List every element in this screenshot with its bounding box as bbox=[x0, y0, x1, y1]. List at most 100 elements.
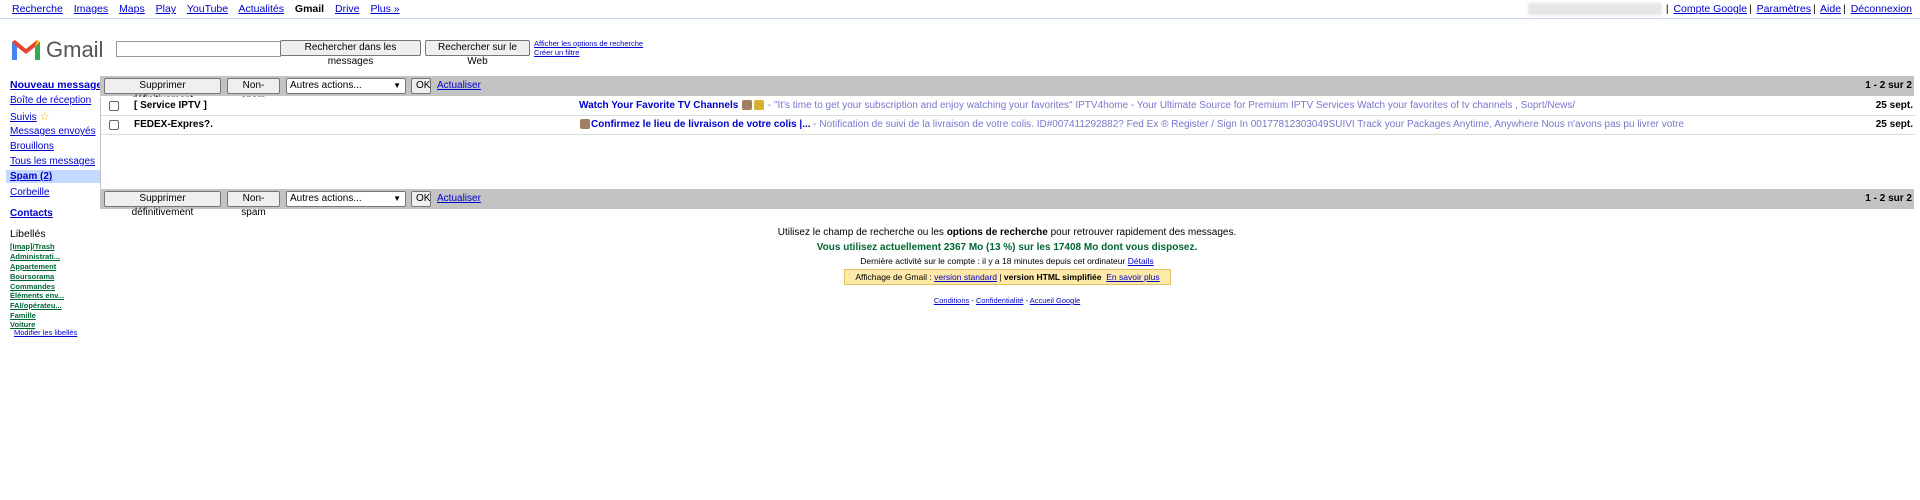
delete-forever-button[interactable]: Supprimer définitivement bbox=[104, 78, 221, 105]
label-boursorama[interactable]: Boursorama bbox=[10, 272, 54, 281]
ok-button[interactable]: OK bbox=[411, 78, 431, 94]
row-date: 25 sept. bbox=[1875, 100, 1913, 111]
sidebar-item-starred-label[interactable]: Suivis bbox=[10, 112, 37, 123]
ok-button[interactable]: OK bbox=[411, 191, 431, 207]
label-fai-operateu[interactable]: FAI/opérateu... bbox=[10, 301, 62, 310]
storage-usage: Vous utilisez actuellement 2367 Mo (13 %… bbox=[816, 242, 1198, 253]
gmail-view-box: Affichage de Gmail : version standard | … bbox=[844, 269, 1171, 285]
nav-recherche[interactable]: Recherche bbox=[12, 3, 63, 15]
nav-play[interactable]: Play bbox=[156, 3, 176, 15]
sidebar-item-trash[interactable]: Corbeille bbox=[10, 187, 49, 198]
sidebar-item-all-mail[interactable]: Tous les messages bbox=[10, 156, 95, 167]
labels-heading: Libellés bbox=[10, 228, 46, 240]
google-account-link[interactable]: Compte Google bbox=[1673, 3, 1747, 15]
nav-images[interactable]: Images bbox=[74, 3, 108, 15]
edit-labels-link[interactable]: Modifier les libellés bbox=[14, 328, 77, 337]
sidebar-item-sent[interactable]: Messages envoyés bbox=[10, 126, 96, 137]
sidebar-item-spam[interactable]: Spam (2) bbox=[10, 171, 52, 182]
action-bar-top: Supprimer définitivement Non-spam Autres… bbox=[100, 76, 1914, 105]
logout-link[interactable]: Déconnexion bbox=[1851, 3, 1912, 15]
row-checkbox[interactable] bbox=[109, 101, 119, 111]
search-mail-button[interactable]: Rechercher dans les messages bbox=[280, 40, 421, 67]
tv-emoji-icon bbox=[742, 100, 753, 111]
sidebar-item-inbox[interactable]: Boîte de réception bbox=[10, 95, 91, 106]
nav-youtube[interactable]: YouTube bbox=[187, 3, 228, 15]
label-elements-env[interactable]: Éléments env... bbox=[10, 291, 64, 300]
label-appartement[interactable]: Appartement bbox=[10, 262, 56, 271]
view-separator: | bbox=[996, 272, 1004, 282]
row-sender[interactable]: FEDEX-Expres?. bbox=[134, 119, 213, 130]
message-count: 1 - 2 sur 2 bbox=[1865, 80, 1912, 91]
row-subject-text[interactable]: Confirmez le lieu de livraison de votre … bbox=[591, 119, 811, 130]
nav-actualites[interactable]: Actualités bbox=[238, 3, 284, 15]
row-subject[interactable]: Watch Your Favorite TV Channels - "It's … bbox=[579, 100, 1920, 111]
more-actions-value: Autres actions... bbox=[290, 193, 362, 204]
account-links: | Compte Google | Paramètres | Aide | Décon… bbox=[1527, 3, 1912, 16]
settings-link[interactable]: Paramètres bbox=[1757, 3, 1811, 15]
last-activity: Dernière activité sur le compte : il y a… bbox=[100, 256, 1914, 266]
message-count: 1 - 2 sur 2 bbox=[1865, 193, 1912, 204]
row-subject-text[interactable]: Watch Your Favorite TV Channels bbox=[579, 100, 738, 111]
privacy-link[interactable]: Confidentialité bbox=[976, 296, 1024, 305]
create-filter-link[interactable]: Créer un filtre bbox=[534, 48, 643, 57]
last-activity-text: Dernière activité sur le compte : il y a… bbox=[860, 256, 1126, 266]
more-actions-select[interactable]: Autres actions... ▼ bbox=[286, 78, 406, 94]
tip-bold: options de recherche bbox=[946, 227, 1048, 238]
lightning-emoji-icon bbox=[754, 100, 765, 111]
details-link[interactable]: Détails bbox=[1128, 256, 1154, 266]
standard-version-link[interactable]: version standard bbox=[934, 272, 997, 282]
label-imap-trash[interactable]: [Imap]/Trash bbox=[10, 242, 55, 251]
more-actions-select[interactable]: Autres actions... ▼ bbox=[286, 191, 406, 207]
compose-link[interactable]: Nouveau message bbox=[10, 79, 102, 91]
row-subject[interactable]: Confirmez le lieu de livraison de votre … bbox=[579, 119, 1920, 130]
gmail-logo-text[interactable]: Gmail bbox=[46, 37, 103, 63]
terms-link[interactable]: Conditions bbox=[934, 296, 969, 305]
refresh-link[interactable]: Actualiser bbox=[437, 193, 481, 204]
nav-maps[interactable]: Maps bbox=[119, 3, 145, 15]
row-snippet[interactable]: - "It's time to get your subscription an… bbox=[765, 100, 1575, 111]
html-version-current: version HTML simplifiée bbox=[1003, 272, 1102, 282]
search-input[interactable] bbox=[116, 41, 281, 57]
contacts-link[interactable]: Contacts bbox=[10, 208, 53, 219]
refresh-link[interactable]: Actualiser bbox=[437, 80, 481, 91]
star-icon: ☆ bbox=[39, 111, 50, 123]
google-nav: Recherche Images Maps Play YouTube Actua… bbox=[12, 3, 408, 15]
search-options-links: Afficher les options de recherche Créer … bbox=[534, 39, 643, 57]
delete-forever-button[interactable]: Supprimer définitivement bbox=[104, 191, 221, 218]
nav-drive[interactable]: Drive bbox=[335, 3, 360, 15]
label-famille[interactable]: Famille bbox=[10, 311, 36, 320]
not-spam-button[interactable]: Non-spam bbox=[227, 78, 280, 105]
label-commandes[interactable]: Commandes bbox=[10, 282, 55, 291]
top-bar: Recherche Images Maps Play YouTube Actua… bbox=[0, 0, 1920, 19]
not-spam-button[interactable]: Non-spam bbox=[227, 191, 280, 218]
label-administrati[interactable]: Administrati... bbox=[10, 252, 60, 261]
sidebar-item-starred[interactable]: Suivis ☆ bbox=[10, 110, 49, 123]
show-search-options-link[interactable]: Afficher les options de recherche bbox=[534, 39, 643, 48]
search-web-button[interactable]: Rechercher sur le Web bbox=[425, 40, 530, 67]
row-snippet[interactable]: - Notification de suivi de la livraison … bbox=[811, 119, 1684, 130]
view-label: Affichage de Gmail : bbox=[855, 272, 935, 282]
nav-gmail-current: Gmail bbox=[294, 3, 325, 15]
learn-more-link[interactable]: En savoir plus bbox=[1106, 272, 1159, 282]
chevron-down-icon: ▼ bbox=[393, 81, 401, 90]
row-checkbox[interactable] bbox=[109, 120, 119, 130]
chevron-down-icon: ▼ bbox=[393, 194, 401, 203]
gmail-logo-icon[interactable] bbox=[10, 36, 42, 64]
account-email-blurred bbox=[1527, 3, 1662, 16]
footer-links: Conditions - Confidentialité - Accueil G… bbox=[933, 296, 1081, 305]
table-row[interactable]: [ Service IPTV ] Watch Your Favorite TV … bbox=[101, 97, 1915, 116]
action-bar-bottom: Supprimer définitivement Non-spam Autres… bbox=[100, 189, 1914, 218]
row-date: 25 sept. bbox=[1875, 119, 1913, 130]
package-emoji-icon bbox=[580, 119, 590, 130]
row-sender[interactable]: [ Service IPTV ] bbox=[134, 100, 207, 111]
sidebar-item-drafts[interactable]: Brouillons bbox=[10, 141, 54, 152]
message-list: [ Service IPTV ] Watch Your Favorite TV … bbox=[100, 97, 1915, 188]
help-link[interactable]: Aide bbox=[1820, 3, 1841, 15]
more-actions-value: Autres actions... bbox=[290, 80, 362, 91]
google-home-link[interactable]: Accueil Google bbox=[1030, 296, 1080, 305]
tip-text: Utilisez le champ de recherche ou les bbox=[777, 227, 947, 238]
search-tip: Utilisez le champ de recherche ou les op… bbox=[100, 227, 1914, 238]
tip-text-end: pour retrouver rapidement des messages. bbox=[1047, 227, 1237, 238]
nav-more[interactable]: Plus » bbox=[370, 3, 399, 15]
table-row[interactable]: FEDEX-Expres?. Confirmez le lieu de livr… bbox=[101, 116, 1915, 135]
